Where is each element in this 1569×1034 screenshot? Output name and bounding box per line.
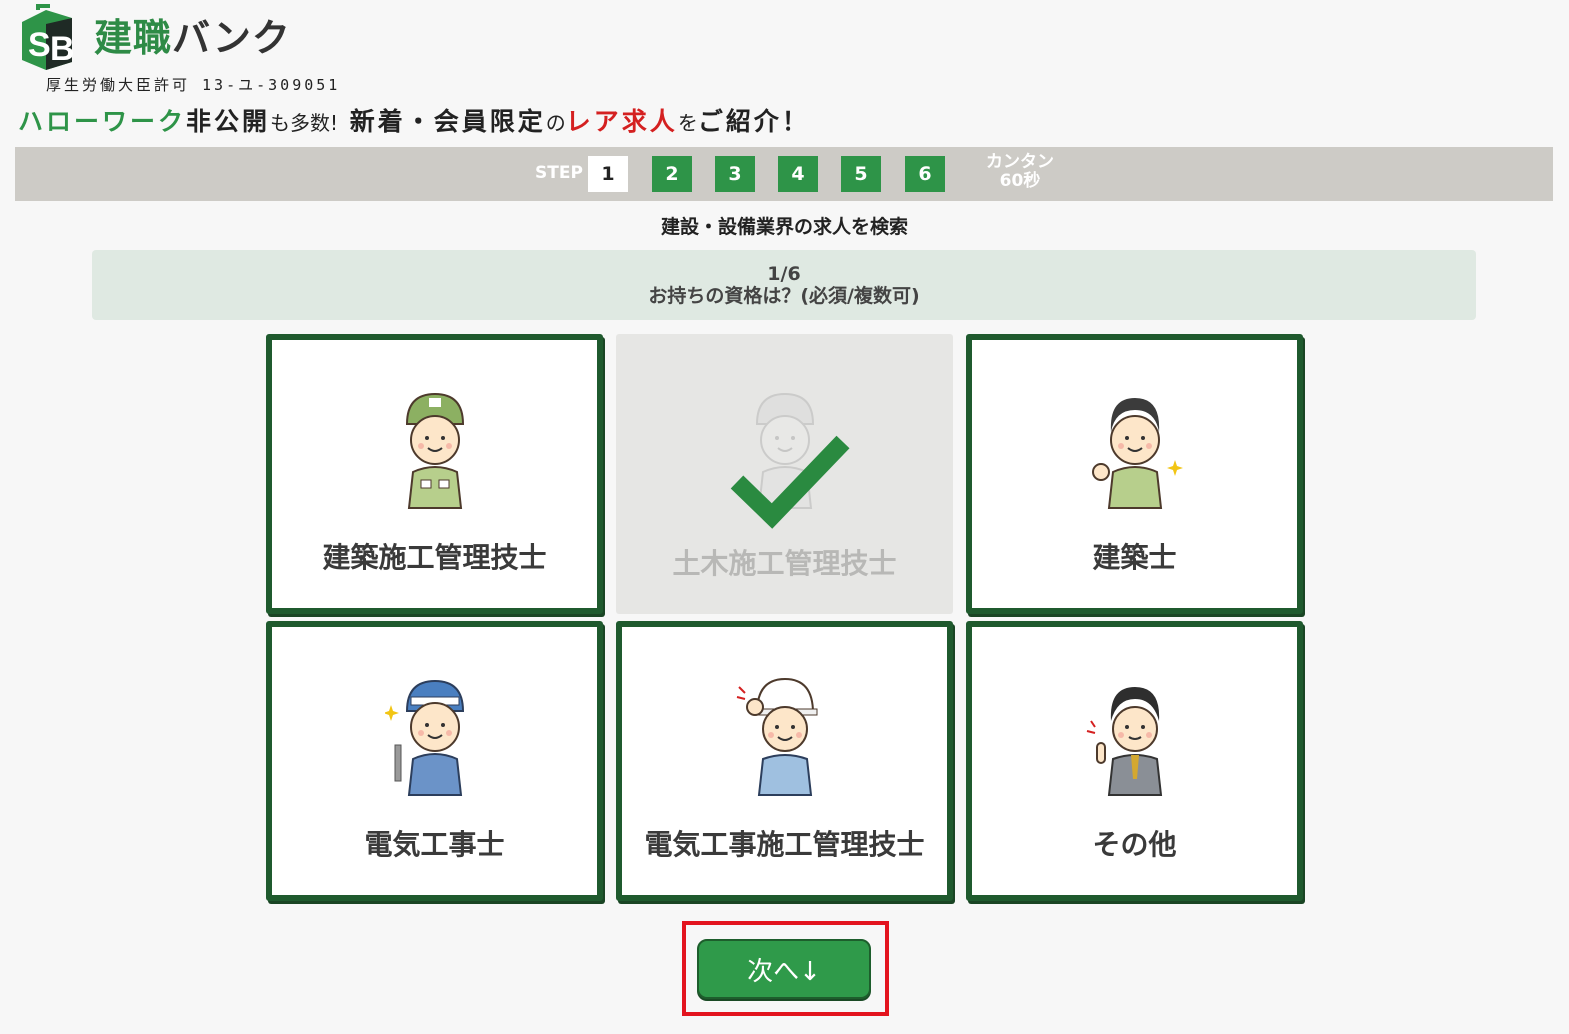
option-card-electrician[interactable]: 電気工事士 xyxy=(266,621,603,901)
svg-text:B: B xyxy=(50,30,75,68)
search-title: 建設・設備業界の求人を検索 xyxy=(660,216,908,238)
step-5-indicator: 5 xyxy=(841,156,881,192)
tagline: ハローワーク非公開も多数! 新着・会員限定のレア求人をご紹介！ xyxy=(18,102,810,138)
checkmark-icon xyxy=(730,435,850,529)
site-logo[interactable]: S B 建職バンク xyxy=(16,4,291,72)
businessman-icon xyxy=(1086,687,1162,796)
svg-text:S: S xyxy=(28,26,51,64)
option-card-civil-engineering-manager[interactable]: 土木施工管理技士 xyxy=(616,334,953,614)
worker-helmet-icon xyxy=(736,677,817,796)
step-label: STEP xyxy=(535,163,583,183)
question-progress: 1/6 xyxy=(767,263,801,285)
step-progress-bar: STEP 1 2 3 4 5 6 カンタン 60秒 xyxy=(15,147,1553,201)
step-2-indicator: 2 xyxy=(652,156,692,192)
logo-mark-icon: S B xyxy=(22,4,75,70)
next-button[interactable]: 次へ↓ xyxy=(697,939,871,999)
step-1-indicator: 1 xyxy=(588,156,628,192)
logo-kanji: 建職 xyxy=(94,16,173,60)
tagline-rare-jobs: レア求人 xyxy=(565,107,678,136)
option-label: その他 xyxy=(1092,828,1177,861)
tagline-new-members: 新着・会員限定 xyxy=(349,107,546,136)
logo-text: 建職バンク xyxy=(94,19,291,57)
option-label: 土木施工管理技士 xyxy=(672,547,897,580)
option-card-electrical-construction-manager[interactable]: 電気工事施工管理技士 xyxy=(616,621,953,901)
option-card-architecture-construction-manager[interactable]: 建築施工管理技士 xyxy=(266,334,603,614)
step-4-indicator: 4 xyxy=(778,156,818,192)
logo-kana: バンク xyxy=(172,16,291,60)
option-label: 建築士 xyxy=(1092,541,1177,574)
time-estimate-line1: カンタン xyxy=(986,152,1054,172)
option-card-other[interactable]: その他 xyxy=(966,621,1303,901)
worker-fist-icon xyxy=(1091,398,1183,509)
option-label: 電気工事士 xyxy=(364,828,505,861)
option-label: 電気工事施工管理技士 xyxy=(644,828,925,861)
tagline-wo: を xyxy=(677,111,698,135)
option-label: 建築施工管理技士 xyxy=(322,541,547,574)
tagline-many: も多数! xyxy=(270,111,339,135)
step-6-indicator: 6 xyxy=(905,156,945,192)
tagline-introduce: ご紹介！ xyxy=(697,107,810,136)
time-estimate-line2: 60秒 xyxy=(999,171,1041,191)
time-estimate: カンタン 60秒 xyxy=(981,153,1059,191)
tagline-hellowork: ハローワーク xyxy=(18,107,187,136)
option-card-architect[interactable]: 建築士 xyxy=(966,334,1303,614)
worker-wrench-icon xyxy=(384,679,464,796)
worker-cap-icon xyxy=(405,392,464,509)
tagline-private: 非公開 xyxy=(186,107,271,136)
question-text: お持ちの資格は？(必須/複数可) xyxy=(648,285,920,307)
question-banner: 1/6 お持ちの資格は？(必須/複数可) xyxy=(92,250,1476,320)
license-number: 厚生労働大臣許可 13-ユ-309051 xyxy=(46,76,341,94)
tagline-no: の xyxy=(545,111,566,135)
step-3-indicator: 3 xyxy=(715,156,755,192)
